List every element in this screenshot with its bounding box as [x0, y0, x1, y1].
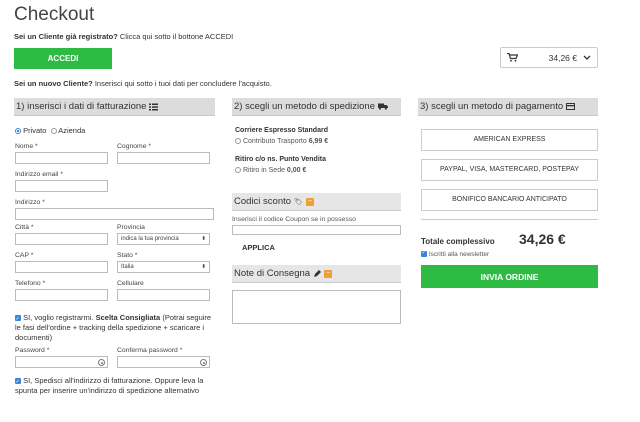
provincia-select[interactable]: indica la tua provincia ⬍	[117, 233, 210, 245]
label-private: Privato	[23, 126, 47, 135]
apply-coupon-button[interactable]: APPLICA	[242, 243, 275, 252]
citta-label: Città *	[15, 224, 34, 231]
delivery-notes-textarea[interactable]	[232, 290, 401, 324]
notes-header-text: Note di Consegna	[234, 268, 311, 279]
shipping-section-header: 2) scegli un metodo di spedizione	[232, 98, 401, 116]
ship-opt1-radio[interactable]	[235, 138, 241, 145]
coupon-header-text: Codici sconto	[234, 196, 292, 207]
cellulare-input[interactable]	[117, 289, 210, 301]
coupon-section-header: Codici sconto 🏷 −	[232, 193, 401, 211]
ship-opt2-label: Ritiro in Sede	[242, 167, 287, 174]
submit-order-button[interactable]: INVIA ORDINE	[421, 265, 598, 288]
radio-private[interactable]	[15, 128, 21, 135]
chevron-down-icon	[583, 55, 591, 60]
email-input[interactable]	[15, 180, 108, 192]
credit-card-icon	[566, 103, 576, 110]
provincia-label: Provincia	[117, 224, 145, 231]
telefono-input[interactable]	[15, 289, 108, 301]
label-company: Azienda	[58, 126, 86, 135]
cart-icon	[507, 53, 518, 62]
login-prompt-bold: Sei un Cliente già registrato?	[14, 32, 118, 41]
ship-opt2-radio[interactable]	[235, 167, 241, 174]
list-icon	[149, 103, 159, 110]
payment-header-text: 3) scegli un metodo di pagamento	[420, 101, 564, 112]
register-text-b: Scelta Consigliata	[95, 313, 161, 322]
register-checkbox[interactable]	[15, 314, 21, 324]
nome-input[interactable]	[15, 152, 108, 164]
notes-collapse-icon[interactable]: −	[324, 269, 333, 278]
total-value: 34,26 €	[519, 231, 566, 247]
ship-opt1-label: Contributo Trasporto	[242, 138, 309, 145]
ship-opt1[interactable]: Contributo Trasporto 6,99 €	[235, 138, 328, 145]
notes-section-header: Note di Consegna −	[232, 265, 401, 283]
eye-icon[interactable]	[98, 359, 105, 366]
confirm-password-label: Conferma password *	[117, 347, 183, 354]
payment-amex-button[interactable]: AMERICAN EXPRESS	[421, 129, 598, 151]
newsletter-option: Iscritti alla newsletter	[421, 250, 490, 258]
register-text-a: SI, voglio registrarmi.	[23, 313, 96, 322]
indirizzo-input[interactable]	[15, 208, 214, 220]
cellulare-label: Cellulare	[117, 280, 144, 287]
cart-dropdown[interactable]: 34,26 €	[500, 47, 598, 68]
password-label: Password *	[15, 347, 50, 354]
new-customer-bold: Sei un nuovo Cliente?	[14, 79, 93, 88]
stato-label: Stato *	[117, 252, 138, 259]
coupon-input[interactable]	[232, 225, 401, 235]
tag-icon: 🏷	[294, 198, 303, 206]
divider	[421, 219, 598, 220]
register-option: SI, voglio registrarmi. Scelta Consiglia…	[15, 313, 217, 343]
cart-total: 34,26 €	[548, 52, 577, 63]
ship-opt2-title: Ritiro c/o ns. Punto Vendita	[235, 156, 327, 163]
payment-section-header: 3) scegli un metodo di pagamento	[418, 98, 598, 116]
payment-paypal-button[interactable]: PAYPAL, VISA, MASTERCARD, POSTEPAY	[421, 159, 598, 181]
indirizzo-label: Indirizzo *	[15, 199, 45, 206]
ship-same-checkbox[interactable]	[15, 377, 21, 387]
cap-label: CAP *	[15, 252, 34, 259]
citta-input[interactable]	[15, 233, 108, 245]
ship-opt2-price: 0,00 €	[286, 167, 307, 174]
payment-bank-transfer-button[interactable]: BONIFICO BANCARIO ANTICIPATO	[421, 189, 598, 211]
select-caret-icon: ⬍	[201, 264, 206, 270]
confirm-password-input[interactable]	[117, 356, 210, 368]
billing-section-header: 1) inserisci i dati di fatturazione	[14, 98, 215, 116]
shipping-header-text: 2) scegli un metodo di spedizione	[234, 101, 376, 112]
coupon-hint: Inserisci il codice Coupon se in possess…	[232, 216, 356, 223]
cap-input[interactable]	[15, 261, 108, 273]
telefono-label: Telefono *	[15, 280, 46, 287]
new-customer-text: Inserisci qui sotto i tuoi dati per conc…	[92, 79, 272, 88]
newsletter-checkbox[interactable]	[421, 250, 427, 258]
billing-header-text: 1) inserisci i dati di fatturazione	[16, 101, 147, 112]
login-prompt: Sei un Cliente già registrato? Clicca qu…	[14, 32, 233, 41]
truck-icon	[378, 103, 389, 110]
ship-opt2[interactable]: Ritiro in Sede 0,00 €	[235, 167, 306, 174]
select-caret-icon: ⬍	[201, 236, 206, 242]
radio-company[interactable]	[50, 128, 57, 135]
coupon-collapse-icon[interactable]: −	[305, 197, 314, 206]
login-prompt-text: Clicca qui sotto il bottone ACCEDI	[117, 32, 234, 41]
password-input[interactable]	[15, 356, 108, 368]
total-label: Totale complessivo	[421, 237, 495, 246]
ship-same-option: SI, Spedisci all'indirizzo di fatturazio…	[15, 376, 217, 396]
provincia-value: indica la tua provincia	[121, 236, 179, 242]
ship-same-text: SI, Spedisci all'indirizzo di fatturazio…	[15, 376, 204, 395]
page-title: Checkout	[14, 4, 95, 25]
stato-select[interactable]: Italia ⬍	[117, 261, 210, 273]
ship-opt1-price: 6,99 €	[308, 138, 329, 145]
login-button[interactable]: ACCEDI	[14, 48, 112, 69]
eye-icon[interactable]	[200, 359, 207, 366]
stato-value: Italia	[121, 264, 134, 270]
customer-type-group: Privato Azienda	[15, 126, 85, 135]
ship-opt1-title: Corriere Espresso Standard	[235, 127, 328, 134]
cognome-label: Cognome *	[117, 143, 152, 150]
new-customer-prompt: Sei un nuovo Cliente? Inserisci qui sott…	[14, 79, 272, 88]
pencil-icon	[314, 269, 322, 277]
cognome-input[interactable]	[117, 152, 210, 164]
email-label: Indirizzo email *	[15, 171, 63, 178]
nome-label: Nome *	[15, 143, 38, 150]
newsletter-label: Iscritti alla newsletter	[428, 251, 490, 258]
